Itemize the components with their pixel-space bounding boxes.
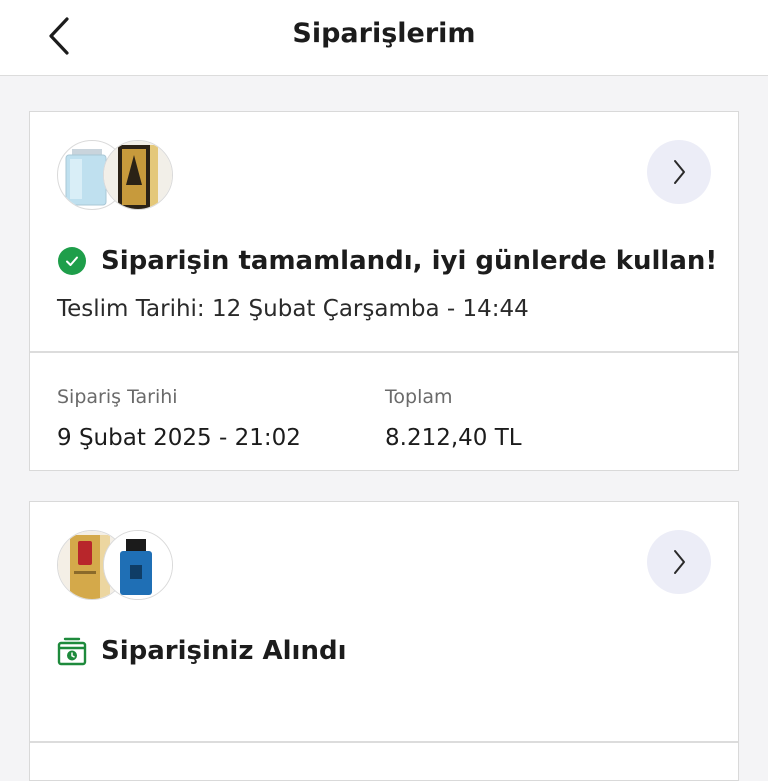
order-status: Siparişiniz Alındı: [57, 636, 347, 666]
order-detail-button[interactable]: [647, 140, 711, 204]
order-card[interactable]: Siparişin tamamlandı, iyi günlerde kulla…: [29, 111, 739, 471]
order-detail-button[interactable]: [647, 530, 711, 594]
order-card[interactable]: Siparişiniz Alındı: [29, 501, 739, 781]
order-status: Siparişin tamamlandı, iyi günlerde kulla…: [57, 246, 717, 276]
top-bar: Siparişlerim: [0, 0, 768, 76]
package-clock-icon: [57, 637, 87, 666]
chevron-right-icon: [674, 160, 685, 184]
perfume-bottle-icon: [104, 141, 172, 209]
status-text: Siparişiniz Alındı: [101, 636, 347, 666]
product-thumbnails: [57, 530, 177, 600]
chevron-right-icon: [674, 550, 685, 574]
product-thumbnail: [103, 140, 173, 210]
check-circle-icon: [58, 247, 86, 275]
delivery-date: Teslim Tarihi: 12 Şubat Çarşamba - 14:44: [57, 296, 529, 322]
order-date-label: Sipariş Tarihi: [57, 386, 178, 408]
product-thumbnails: [57, 140, 177, 210]
card-divider: [30, 741, 738, 743]
status-text: Siparişin tamamlandı, iyi günlerde kulla…: [101, 246, 718, 276]
product-thumbnail: [103, 530, 173, 600]
perfume-bottle-icon: [104, 531, 172, 599]
page-title: Siparişlerim: [292, 18, 476, 49]
total-value: 8.212,40 TL: [385, 425, 522, 451]
order-date-value: 9 Şubat 2025 - 21:02: [57, 425, 301, 451]
total-label: Toplam: [385, 386, 453, 408]
card-divider: [30, 351, 738, 353]
